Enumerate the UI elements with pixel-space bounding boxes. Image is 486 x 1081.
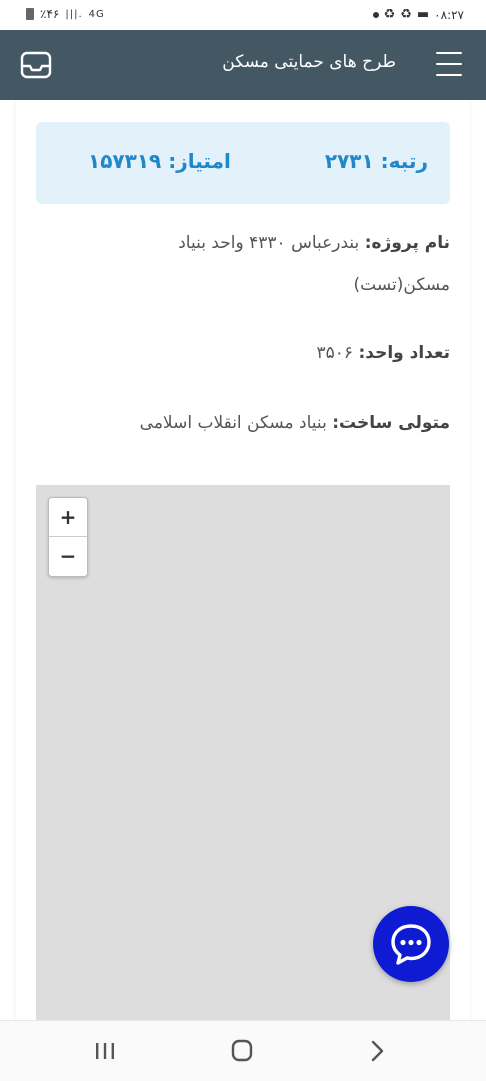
battery-level: ٪۴۶ xyxy=(40,7,60,21)
notification-dot-icon xyxy=(372,11,379,18)
app-title: طرح های حمایتی مسکن xyxy=(222,52,396,72)
map-zoom-control: + − xyxy=(48,497,88,577)
builder: متولی ساخت: بنیاد مسکن انقلاب اسلامی xyxy=(110,402,450,444)
sync-icon-2: ♻ xyxy=(400,7,412,22)
hamburger-menu-icon[interactable] xyxy=(436,52,464,78)
sync-icon: ♻ xyxy=(383,7,396,22)
inbox-tray-icon[interactable] xyxy=(20,50,52,80)
home-icon[interactable] xyxy=(227,1037,257,1065)
back-chevron-icon[interactable] xyxy=(362,1037,392,1065)
status-bar: ٪۴۶ |||. 4G ♻ ♻ ▬ ۰۸:۲۷ xyxy=(0,0,486,30)
chat-bubble-icon xyxy=(391,924,431,965)
battery-icon xyxy=(26,8,34,20)
recent-apps-icon[interactable] xyxy=(90,1037,120,1065)
project-content: رتبه: ۲۷۳۱ امتیاز: ۱۵۷۳۱۹ نام پروژه: بند… xyxy=(16,100,470,1020)
project-name-label: نام پروژه: xyxy=(364,233,450,253)
zoom-in-button[interactable]: + xyxy=(49,498,87,537)
network-type: 4G xyxy=(88,8,105,20)
status-right: ♻ ♻ ▬ ۰۸:۲۷ xyxy=(372,7,464,22)
app-bar: طرح های حمایتی مسکن xyxy=(0,30,486,100)
chat-button[interactable] xyxy=(373,906,449,982)
zoom-out-button[interactable]: − xyxy=(49,537,87,575)
status-left: ٪۴۶ |||. 4G xyxy=(26,7,105,21)
score-text: امتیاز: ۱۵۷۳۱۹ xyxy=(88,149,231,173)
builder-value: بنیاد مسکن انقلاب اسلامی xyxy=(139,413,327,433)
message-icon: ▬ xyxy=(416,7,430,22)
unit-count-label: تعداد واحد: xyxy=(358,343,450,363)
status-time: ۰۸:۲۷ xyxy=(434,7,464,22)
system-nav-bar xyxy=(0,1020,486,1081)
builder-label: متولی ساخت: xyxy=(332,413,450,433)
rank-score-card: رتبه: ۲۷۳۱ امتیاز: ۱۵۷۳۱۹ xyxy=(36,122,450,204)
unit-count: تعداد واحد: ۳۵۰۶ xyxy=(110,332,450,374)
unit-count-value: ۳۵۰۶ xyxy=(316,343,354,363)
signal-icon: |||. xyxy=(65,8,83,20)
rank-text: رتبه: ۲۷۳۱ xyxy=(324,149,428,173)
project-name: نام پروژه: بندرعباس ۴۳۳۰ واحد بنیاد مسکن… xyxy=(110,222,450,306)
